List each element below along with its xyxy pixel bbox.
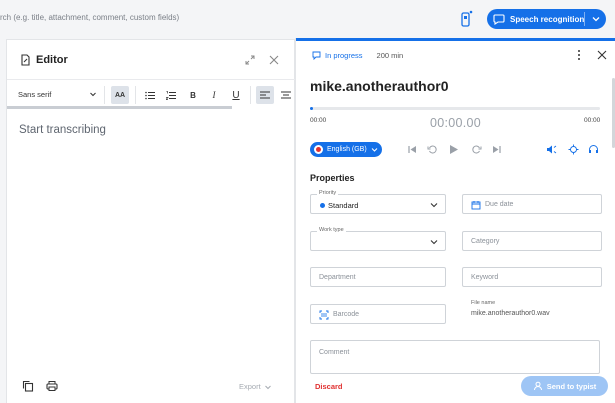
- chevron-down-icon: [371, 148, 378, 152]
- status-badge: In progress: [325, 51, 363, 60]
- skip-to-end-icon[interactable]: [491, 144, 502, 155]
- expand-icon[interactable]: [245, 55, 255, 65]
- align-left-icon: [260, 91, 270, 99]
- toolbar-divider: [104, 86, 105, 104]
- italic-button[interactable]: I: [205, 86, 223, 104]
- playback-progress-bar[interactable]: [310, 107, 600, 110]
- speech-recognition-button[interactable]: Speech recognition: [487, 9, 606, 29]
- send-to-typist-button[interactable]: Send to typist: [521, 376, 608, 396]
- work-type-label: Work type: [317, 227, 346, 233]
- numbered-list-button[interactable]: [162, 86, 180, 104]
- search-input[interactable]: rch (e.g. title, attachment, comment, cu…: [0, 13, 179, 22]
- chevron-down-icon[interactable]: [89, 90, 97, 98]
- author-name: mike.anotherauthor0: [310, 78, 449, 94]
- editor-panel: Editor Sans serif AA B I U Start transcr…: [6, 39, 296, 403]
- toolbar-scrollbar[interactable]: [7, 106, 232, 109]
- send-to-typist-label: Send to typist: [546, 381, 597, 391]
- priority-dot: [320, 203, 325, 208]
- editor-title-text: Editor: [36, 54, 68, 66]
- document-edit-icon: [21, 54, 30, 66]
- work-type-select[interactable]: Work type: [310, 227, 446, 251]
- priority-label: Priority: [317, 190, 339, 196]
- editor-header: Editor: [7, 40, 294, 78]
- align-center-button[interactable]: [277, 86, 295, 104]
- record-icon: [314, 145, 323, 154]
- user-icon: [533, 381, 542, 391]
- properties-heading: Properties: [310, 173, 355, 183]
- underline-button[interactable]: U: [227, 86, 245, 104]
- current-time: 00:00.00: [430, 116, 482, 130]
- language-select-button[interactable]: English (GB): [310, 142, 382, 157]
- numbered-list-icon: [166, 90, 176, 100]
- toolbar-divider: [135, 86, 136, 104]
- headset-icon[interactable]: [588, 144, 599, 155]
- chevron-down-icon: [430, 203, 438, 208]
- close-icon[interactable]: [269, 55, 279, 65]
- recorder-device-icon[interactable]: [459, 10, 473, 28]
- fast-forward-icon[interactable]: [471, 144, 482, 155]
- keyword-field[interactable]: Keyword: [462, 267, 602, 287]
- speech-bubble-icon: [493, 14, 505, 25]
- export-label: Export: [239, 382, 261, 391]
- priority-select[interactable]: Priority Standard: [310, 190, 446, 214]
- chevron-down-icon: [264, 385, 271, 389]
- calendar-icon: [471, 201, 481, 210]
- font-family-select[interactable]: Sans serif: [18, 90, 51, 99]
- volume-icon[interactable]: [546, 144, 557, 155]
- file-name-label: File name: [471, 300, 496, 306]
- file-name-value: mike.anotherauthor0.wav: [471, 310, 550, 317]
- barcode-placeholder: Barcode: [333, 311, 360, 318]
- keyword-placeholder: Keyword: [471, 274, 499, 281]
- chevron-down-icon[interactable]: [591, 14, 601, 24]
- due-date-placeholder: Due date: [485, 201, 514, 208]
- copy-icon[interactable]: [22, 380, 34, 392]
- chevron-down-icon: [430, 240, 438, 245]
- speech-bubble-icon: [312, 51, 321, 60]
- comment-placeholder: Comment: [319, 349, 350, 356]
- barcode-scan-icon: [319, 310, 329, 320]
- priority-value: Standard: [320, 201, 358, 210]
- rewind-icon[interactable]: [427, 144, 438, 155]
- due-date-field[interactable]: Due date: [462, 194, 602, 214]
- barcode-field[interactable]: Barcode: [310, 304, 446, 324]
- bullet-list-icon: [145, 91, 155, 99]
- time-end: 00:00: [584, 117, 601, 124]
- editor-toolbar: Sans serif AA B I U: [7, 79, 296, 109]
- comment-field[interactable]: Comment: [310, 340, 600, 374]
- close-icon[interactable]: [597, 50, 607, 60]
- status-row: In progress 200 min: [312, 51, 403, 60]
- time-start: 00:00: [310, 117, 327, 124]
- top-bar: rch (e.g. title, attachment, comment, cu…: [0, 0, 615, 38]
- toolbar-divider: [250, 86, 251, 104]
- print-icon[interactable]: [46, 380, 58, 392]
- skip-to-start-icon[interactable]: [407, 144, 418, 155]
- department-field[interactable]: Department: [310, 267, 446, 287]
- category-placeholder: Category: [471, 238, 500, 245]
- align-center-icon: [281, 91, 291, 99]
- transcription-text-area[interactable]: Start transcribing: [19, 124, 106, 136]
- language-label: English (GB): [327, 146, 367, 153]
- job-details-panel: In progress 200 min mike.anotherauthor0 …: [295, 38, 615, 403]
- align-left-button[interactable]: [256, 86, 274, 104]
- editor-title: Editor: [20, 54, 68, 66]
- button-divider: [584, 12, 585, 26]
- duration-text: 200 min: [376, 51, 404, 60]
- bold-button[interactable]: B: [184, 86, 202, 104]
- export-button[interactable]: Export: [239, 382, 272, 391]
- more-options-icon[interactable]: [574, 49, 584, 61]
- panel-accent-line: [296, 38, 615, 41]
- playback-progress-fill: [310, 107, 313, 110]
- department-placeholder: Department: [319, 274, 356, 281]
- priority-value-text: Standard: [328, 201, 359, 210]
- font-size-button[interactable]: AA: [111, 86, 129, 104]
- speed-icon[interactable]: [568, 144, 579, 155]
- category-field[interactable]: Category: [462, 231, 602, 251]
- play-icon[interactable]: [448, 144, 459, 155]
- bullet-list-button[interactable]: [141, 86, 159, 104]
- speech-recognition-label: Speech recognition: [510, 14, 585, 24]
- discard-button[interactable]: Discard: [315, 382, 343, 391]
